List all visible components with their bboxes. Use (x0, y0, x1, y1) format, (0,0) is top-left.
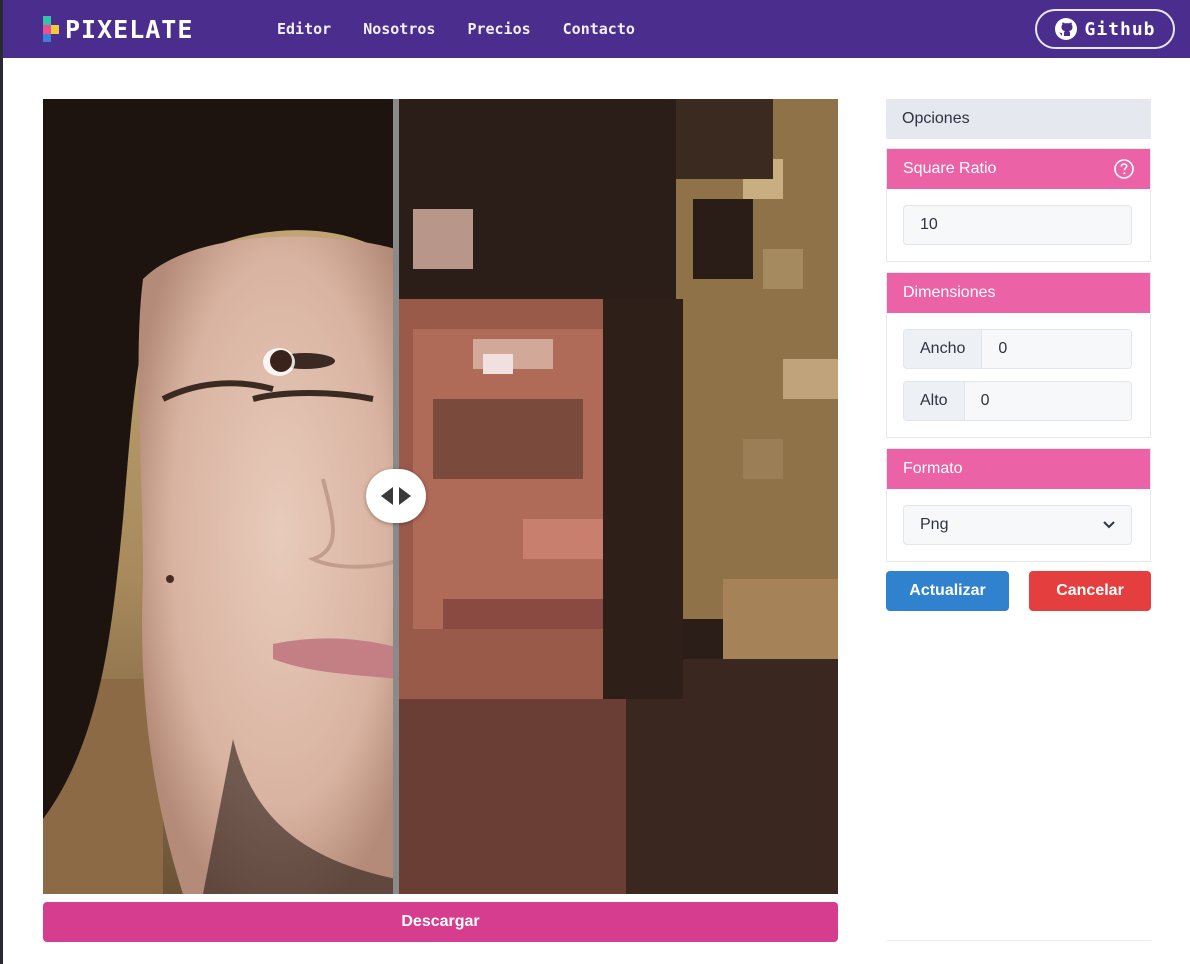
format-card: Formato Png (886, 448, 1151, 562)
github-label: Github (1084, 18, 1156, 40)
height-label: Alto (904, 382, 965, 420)
width-input-group: Ancho 0 (903, 329, 1132, 369)
dimensions-title: Dimensiones (903, 284, 996, 301)
square-ratio-card: Square Ratio 10 (886, 148, 1151, 262)
dimensions-card: Dimensiones Ancho 0 Alto 0 (886, 272, 1151, 438)
download-button[interactable]: Descargar (43, 902, 838, 942)
brand-logo[interactable]: PIXELATE (43, 14, 193, 44)
format-select[interactable]: Png (903, 505, 1132, 545)
chevron-down-icon (1103, 521, 1115, 529)
github-button[interactable]: Github (1035, 9, 1175, 49)
pixel-logo-icon (43, 16, 59, 42)
format-selected: Png (920, 516, 949, 533)
pixelated-photo (396, 99, 838, 894)
width-input[interactable]: 0 (982, 330, 1131, 368)
nav-link-contacto[interactable]: Contacto (563, 20, 635, 38)
dimensions-header: Dimensiones (887, 273, 1150, 313)
width-label: Ancho (904, 330, 983, 368)
square-ratio-input[interactable]: 10 (903, 205, 1132, 245)
github-icon (1055, 18, 1078, 40)
question-circle-icon[interactable] (1114, 159, 1134, 179)
nav-links: Editor Nosotros Precios Contacto (277, 20, 667, 38)
options-header: Opciones (886, 99, 1151, 139)
compare-handle[interactable] (366, 469, 426, 523)
nav-link-precios[interactable]: Precios (467, 20, 530, 38)
square-ratio-header: Square Ratio (887, 149, 1150, 189)
nav-link-editor[interactable]: Editor (277, 20, 331, 38)
cancel-button[interactable]: Cancelar (1029, 571, 1151, 611)
square-ratio-title: Square Ratio (903, 160, 997, 177)
navbar: PIXELATE Editor Nosotros Precios Contact… (3, 0, 1190, 58)
image-compare-slider[interactable] (43, 99, 838, 894)
update-button[interactable]: Actualizar (886, 571, 1009, 611)
format-header: Formato (887, 449, 1150, 489)
brand-name: PIXELATE (65, 14, 194, 44)
height-input-group: Alto 0 (903, 381, 1132, 421)
nav-link-nosotros[interactable]: Nosotros (363, 20, 435, 38)
height-input[interactable]: 0 (964, 382, 1131, 420)
format-title: Formato (903, 460, 963, 477)
left-right-arrows-icon (381, 487, 411, 505)
divider (886, 940, 1151, 941)
window-edge (0, 0, 3, 964)
original-photo (43, 99, 838, 894)
